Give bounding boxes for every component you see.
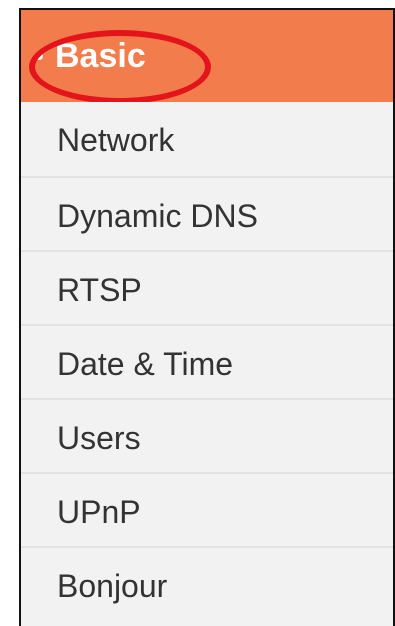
sidebar-menu: Basic Network Dynamic DNS RTSP Date & Ti… bbox=[19, 8, 395, 626]
sidebar-item-bonjour[interactable]: Bonjour bbox=[21, 546, 393, 620]
sidebar-item-label: Network bbox=[57, 122, 175, 158]
sidebar-submenu: Network Dynamic DNS RTSP Date & Time Use… bbox=[21, 102, 393, 620]
sidebar-item-label: Users bbox=[57, 420, 141, 456]
sidebar-section-basic[interactable]: Basic bbox=[21, 10, 393, 102]
sidebar-section-label: Basic bbox=[55, 37, 146, 75]
sidebar-item-upnp[interactable]: UPnP bbox=[21, 472, 393, 546]
sidebar-item-label: Bonjour bbox=[57, 568, 168, 604]
sidebar-item-date-time[interactable]: Date & Time bbox=[21, 324, 393, 398]
sidebar-item-label: UPnP bbox=[57, 494, 141, 530]
sidebar-item-network[interactable]: Network bbox=[21, 102, 393, 176]
sidebar-item-label: Dynamic DNS bbox=[57, 198, 258, 234]
sidebar-item-users[interactable]: Users bbox=[21, 398, 393, 472]
sidebar-item-dynamic-dns[interactable]: Dynamic DNS bbox=[21, 176, 393, 250]
sidebar-item-label: RTSP bbox=[57, 272, 142, 308]
sidebar-item-rtsp[interactable]: RTSP bbox=[21, 250, 393, 324]
sidebar-item-label: Date & Time bbox=[57, 346, 234, 382]
bullet-icon bbox=[35, 52, 43, 60]
